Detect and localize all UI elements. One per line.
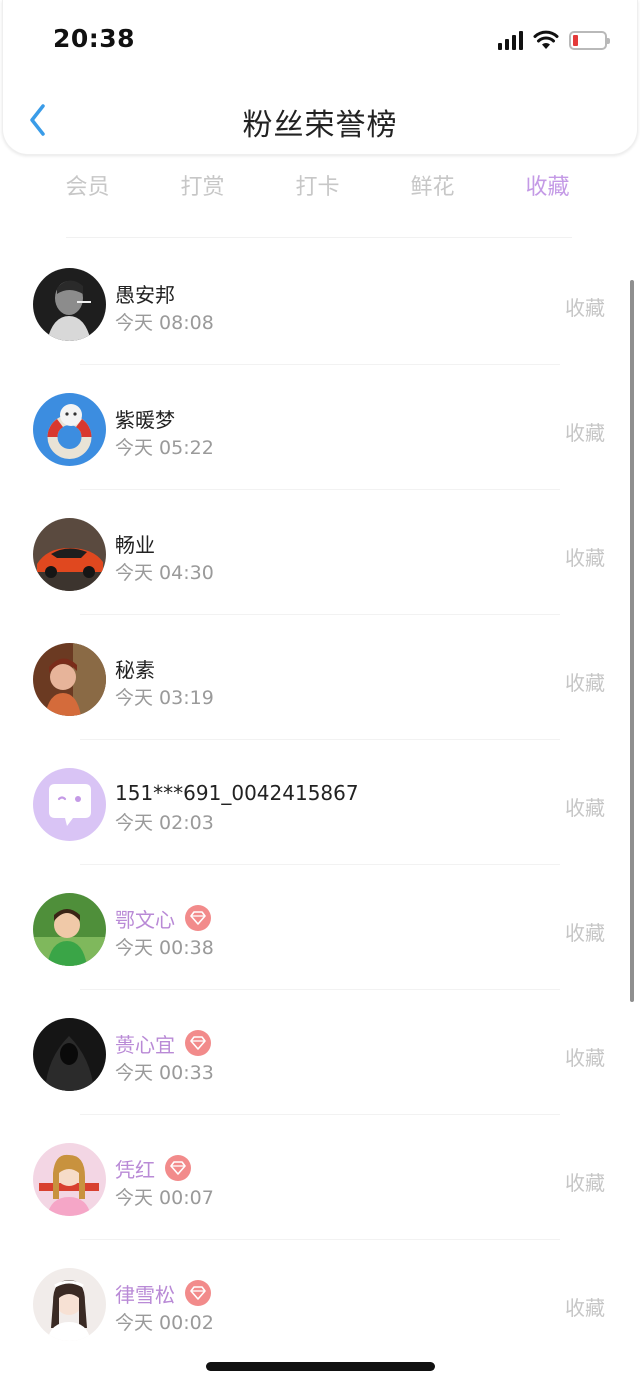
avatar <box>33 643 106 716</box>
status-icons <box>498 27 610 53</box>
avatar <box>33 518 106 591</box>
fan-name: 鄂文心 <box>115 907 175 932</box>
action-label: 收藏 <box>565 671 605 695</box>
fan-time: 今天 00:33 <box>115 1062 214 1084</box>
fan-name: 秘素 <box>115 657 155 682</box>
home-indicator[interactable] <box>206 1362 435 1371</box>
screen: 20:38 粉丝荣誉榜 会员 打赏 打卡 鲜花 收藏 愚安邦 今天 08:08 … <box>0 0 640 1385</box>
fan-name: 蒉心宜 <box>115 1032 175 1057</box>
name-line: 律雪松 <box>115 1280 211 1307</box>
wifi-icon <box>533 30 559 49</box>
diamond-icon <box>165 1155 191 1181</box>
name-line: 紫暖梦 <box>115 405 175 432</box>
name-line: 秘素 <box>115 655 155 682</box>
fan-time: 今天 03:19 <box>115 687 214 709</box>
list-item[interactable]: 秘素 今天 03:19 收藏 <box>0 615 640 740</box>
action-label: 收藏 <box>565 421 605 445</box>
list-item[interactable]: 鄂文心 今天 00:38 收藏 <box>0 865 640 990</box>
fan-name: 愚安邦 <box>115 282 175 307</box>
page-title: 粉丝荣誉榜 <box>242 108 398 143</box>
fan-name: 151***691_0042415867 <box>115 781 359 805</box>
battery-icon <box>569 30 610 50</box>
action-label: 收藏 <box>565 1046 605 1070</box>
action-label: 收藏 <box>565 1296 605 1320</box>
tab-rewards[interactable]: 打赏 <box>145 168 260 208</box>
fan-name: 紫暖梦 <box>115 407 175 432</box>
scrollbar[interactable] <box>630 280 634 1002</box>
fan-list: 愚安邦 今天 08:08 收藏 紫暖梦 今天 05:22 收藏 畅业 今天 04… <box>0 240 640 1365</box>
avatar <box>33 393 106 466</box>
list-item[interactable]: 愚安邦 今天 08:08 收藏 <box>0 240 640 365</box>
tab-flowers[interactable]: 鲜花 <box>375 168 490 208</box>
diamond-icon <box>185 1030 211 1056</box>
action-label: 收藏 <box>565 921 605 945</box>
diamond-icon <box>185 905 211 931</box>
fan-name: 畅业 <box>115 532 155 557</box>
action-label: 收藏 <box>565 796 605 820</box>
tab-favorites[interactable]: 收藏 <box>490 168 605 208</box>
fan-time: 今天 02:03 <box>115 812 214 834</box>
list-item[interactable]: 凭红 今天 00:07 收藏 <box>0 1115 640 1240</box>
action-label: 收藏 <box>565 546 605 570</box>
tab-checkin[interactable]: 打卡 <box>260 168 375 208</box>
fan-name: 律雪松 <box>115 1282 175 1307</box>
avatar <box>33 1268 106 1341</box>
name-line: 鄂文心 <box>115 905 211 932</box>
avatar <box>33 268 106 341</box>
action-label: 收藏 <box>565 1171 605 1195</box>
action-label: 收藏 <box>565 296 605 320</box>
name-line: 畅业 <box>115 530 155 557</box>
fan-name: 凭红 <box>115 1157 155 1182</box>
name-line: 愚安邦 <box>115 280 175 307</box>
fan-time: 今天 04:30 <box>115 562 214 584</box>
name-line: 凭红 <box>115 1155 191 1182</box>
tab-bar: 会员 打赏 打卡 鲜花 收藏 <box>30 168 605 208</box>
status-time: 20:38 <box>53 24 136 53</box>
signal-icon <box>498 30 523 50</box>
fan-time: 今天 05:22 <box>115 437 214 459</box>
tabs-divider <box>66 237 572 238</box>
list-item[interactable]: 畅业 今天 04:30 收藏 <box>0 490 640 615</box>
name-line: 蒉心宜 <box>115 1030 211 1057</box>
avatar <box>33 1143 106 1216</box>
tab-members[interactable]: 会员 <box>30 168 145 208</box>
avatar <box>33 893 106 966</box>
avatar <box>33 1018 106 1091</box>
list-item[interactable]: 紫暖梦 今天 05:22 收藏 <box>0 365 640 490</box>
diamond-icon <box>185 1280 211 1306</box>
fan-time: 今天 00:38 <box>115 937 214 959</box>
list-item[interactable]: 蒉心宜 今天 00:33 收藏 <box>0 990 640 1115</box>
name-line: 151***691_0042415867 <box>115 780 359 806</box>
header: 20:38 粉丝荣誉榜 <box>2 0 638 155</box>
avatar <box>33 768 106 841</box>
list-item[interactable]: 151***691_0042415867 今天 02:03 收藏 <box>0 740 640 865</box>
fan-time: 今天 08:08 <box>115 312 214 334</box>
fan-time: 今天 00:07 <box>115 1187 214 1209</box>
list-item[interactable]: 律雪松 今天 00:02 收藏 <box>0 1240 640 1365</box>
fan-time: 今天 00:02 <box>115 1312 214 1334</box>
